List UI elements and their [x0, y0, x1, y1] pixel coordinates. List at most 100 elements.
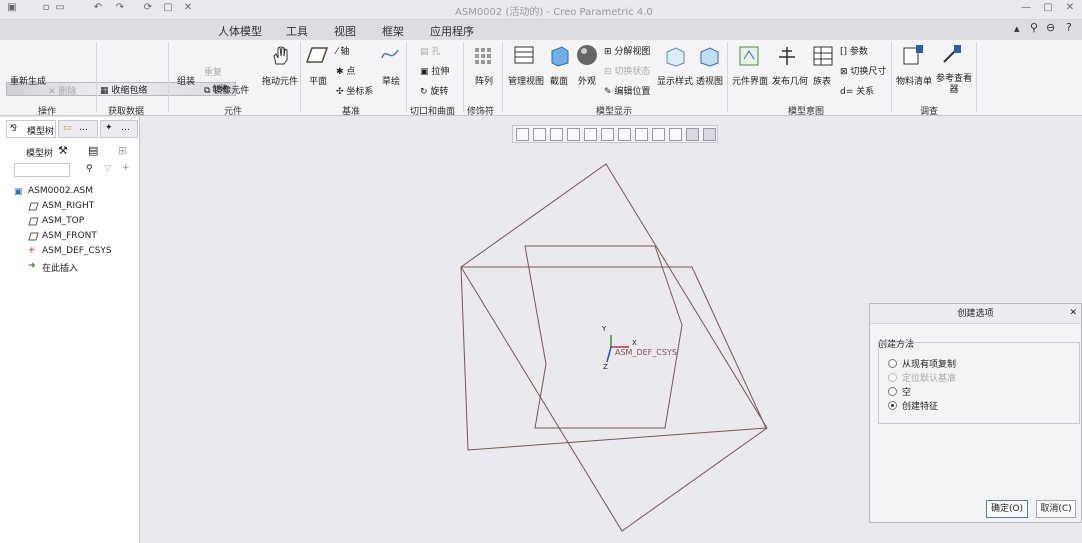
toggle-status-button[interactable]: ⊟ 切换状态 [604, 64, 650, 77]
close-button[interactable]: ✕ [1062, 2, 1078, 16]
spin-center-icon[interactable] [686, 128, 699, 141]
tab-framework[interactable]: 框架 [382, 23, 404, 39]
csys-icon: ✳ [28, 246, 36, 256]
group-datum[interactable]: 基准 [342, 104, 360, 117]
separator [300, 42, 301, 112]
perspective-button[interactable]: 透视图 [696, 74, 723, 87]
delete-x-icon: ✕ [48, 87, 59, 97]
dialog-close-icon[interactable]: ✕ [1069, 308, 1077, 318]
tree-expand-icon[interactable]: ⊞ [118, 144, 127, 157]
family-table-button[interactable]: 族表 [813, 74, 831, 87]
edit-position-button[interactable]: ✎ 编辑位置 [604, 84, 650, 97]
cancel-button[interactable]: 取消(C) [1036, 500, 1076, 518]
regen-button[interactable]: 重新生成 [10, 74, 46, 87]
radio-copy-existing[interactable]: 从现有项复制 [888, 357, 956, 370]
coord-sys-button[interactable]: ✣ 坐标系 [336, 84, 373, 97]
coord-sys-label: 坐标系 [346, 87, 374, 97]
axis-button[interactable]: ⁄ 轴 [336, 44, 349, 57]
pattern-button[interactable]: 阵列 [475, 74, 493, 87]
drag-comp-button[interactable]: 拖动元件 [262, 74, 298, 87]
group-operations[interactable]: 操作 [38, 104, 56, 117]
switch-dims-button[interactable]: ⊠ 切换尺寸 [840, 64, 886, 77]
appearance-button[interactable]: 外观 [578, 74, 596, 87]
perspective-small-icon[interactable] [652, 128, 665, 141]
sketch-button[interactable]: 草绘 [382, 74, 400, 87]
group-investigate[interactable]: 调查 [920, 104, 938, 117]
shrinkwrap-button[interactable]: ▦ 收缩包络 [100, 83, 147, 96]
sketch-icon [381, 49, 399, 59]
group-model-intent[interactable]: 模型意图 [788, 104, 824, 117]
ok-button[interactable]: 确定(O) [986, 500, 1028, 518]
tab-applications[interactable]: 应用程序 [430, 23, 474, 39]
repaint-icon[interactable] [567, 128, 580, 141]
saved-views-icon[interactable] [601, 128, 614, 141]
repeat-button[interactable]: 重复 [204, 65, 222, 78]
revolve-icon: ↻ [420, 87, 431, 97]
undo-icon[interactable]: ↶ [90, 2, 106, 16]
exploded-view-button[interactable]: ⊞ 分解视图 [604, 44, 650, 57]
params-button[interactable]: [] 参数 [840, 44, 868, 57]
section-button[interactable]: 截面 [550, 74, 568, 87]
comp-interface-button[interactable]: 元件界面 [732, 74, 768, 87]
point-button[interactable]: ✱ 点 [336, 64, 355, 77]
tab-tools[interactable]: 工具 [286, 23, 308, 39]
tree-columns-icon[interactable]: ▤ [88, 144, 98, 157]
orient-icon[interactable] [584, 128, 597, 141]
datum-display-icon[interactable] [669, 128, 682, 141]
revolve-button[interactable]: ↻ 旋转 [420, 84, 448, 97]
zoom-out-icon[interactable] [550, 128, 563, 141]
quick-access-open-icon[interactable]: ▭ [52, 2, 68, 16]
relations-button[interactable]: d= 关系 [840, 84, 874, 97]
zoom-in-icon[interactable] [533, 128, 546, 141]
manage-views-button[interactable]: 管理视图 [508, 74, 544, 87]
tree-settings-icon[interactable]: ⚒ [58, 144, 68, 157]
ref-viewer-button[interactable]: 参考查看器 [936, 74, 972, 96]
hole-button[interactable]: ▤ 孔 [420, 44, 440, 57]
radio-empty[interactable]: 空 [888, 385, 911, 398]
minimize-button[interactable]: — [1018, 2, 1034, 16]
plane-button[interactable]: 平面 [309, 74, 327, 87]
help-up-icon[interactable]: ▴ [1014, 22, 1020, 35]
publish-geom-button[interactable]: 发布几何 [772, 74, 808, 87]
settings-icon[interactable]: ⊖ [1046, 21, 1055, 34]
redo-icon[interactable]: ↷ [112, 2, 128, 16]
tree-label-asm-top: ASM_TOP [42, 216, 85, 226]
model-tree-panel: ⅋ 模型树 ▭ … ✦ … 模型树 ⚒ ▤ ⊞ ⚲ ▽ + ▣ ASM0002.… [0, 117, 140, 543]
tab-model-tree[interactable]: ⅋ 模型树 [6, 120, 56, 138]
search-icon[interactable]: ⚲ [1030, 21, 1038, 34]
regen-small-icon[interactable]: ⟳ [140, 2, 156, 16]
app-menu-icon[interactable]: ▣ [4, 2, 20, 16]
extrude-icon: ▣ [420, 67, 432, 77]
view-manager-icon[interactable] [635, 128, 648, 141]
radio-label: 定位默认基准 [902, 374, 957, 384]
delete-button[interactable]: ✕ 删除 [48, 84, 76, 97]
window-icon[interactable]: ▢ [160, 2, 176, 16]
tab-folder-browser[interactable]: ▭ … [58, 120, 98, 138]
help-icon[interactable]: ? [1066, 21, 1072, 34]
group-cut-surface[interactable]: 切口和曲面 [410, 104, 455, 117]
bom-button[interactable]: 物料清单 [896, 74, 932, 87]
group-modifiers[interactable]: 修饰符 [467, 104, 494, 117]
close-small-icon[interactable]: ✕ [180, 2, 196, 16]
display-style-button[interactable]: 显示样式 [657, 74, 693, 87]
refit-icon[interactable] [516, 128, 529, 141]
extrude-button[interactable]: ▣ 拉伸 [420, 64, 449, 77]
tab-favorites[interactable]: ✦ … [100, 120, 138, 138]
group-component[interactable]: 元件 [224, 104, 242, 117]
radio-create-feature[interactable]: 创建特征 [888, 399, 938, 412]
assemble-button[interactable]: 组装 [177, 74, 195, 87]
tab-manikin[interactable]: 人体模型 [218, 23, 262, 39]
tree-search-input[interactable] [14, 163, 70, 177]
group-model-display[interactable]: 模型显示 [596, 104, 632, 117]
add-icon[interactable]: + [122, 163, 130, 173]
display-style-small-icon[interactable] [618, 128, 631, 141]
annotation-display-icon[interactable] [703, 128, 716, 141]
find-icon[interactable]: ⚲ [86, 164, 93, 174]
tab-ellipsis: … [121, 123, 130, 133]
mirror-comp-button[interactable]: ⧉ 镜像元件 [204, 83, 249, 96]
filter-icon[interactable]: ▽ [104, 164, 111, 174]
tab-view[interactable]: 视图 [334, 23, 356, 39]
group-get-data[interactable]: 获取数据 [108, 104, 144, 117]
maximize-button[interactable]: ▢ [1040, 2, 1056, 16]
separator [406, 42, 407, 112]
